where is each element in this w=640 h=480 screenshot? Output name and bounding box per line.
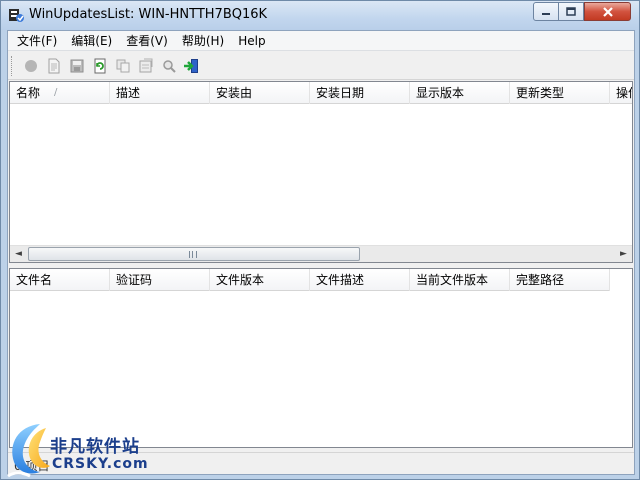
column-header-description[interactable]: 描述 xyxy=(110,82,210,104)
toolbar xyxy=(8,52,634,80)
scroll-thumb[interactable] xyxy=(28,247,360,261)
copy-button[interactable] xyxy=(112,55,134,77)
toolbar-grip[interactable] xyxy=(11,55,14,76)
client-area: 文件(F) 编辑(E) 查看(V) 帮助(H) Help 名称 / 描述 安装由… xyxy=(7,30,635,475)
save-icon xyxy=(70,59,84,72)
html-report-icon xyxy=(139,58,153,72)
maximize-icon xyxy=(566,7,576,16)
column-header-signature[interactable]: 验证码 xyxy=(110,269,210,291)
minimize-button[interactable] xyxy=(533,2,559,21)
column-header-file-description[interactable]: 文件描述 xyxy=(310,269,410,291)
close-button[interactable] xyxy=(584,2,631,21)
menu-help-cn[interactable]: 帮助(H) xyxy=(175,31,231,51)
horizontal-scrollbar[interactable]: ◄ ► xyxy=(10,245,632,262)
refresh-icon xyxy=(94,58,106,73)
menu-view[interactable]: 查看(V) xyxy=(119,31,175,51)
scroll-left-arrow[interactable]: ◄ xyxy=(10,246,27,262)
exit-button[interactable] xyxy=(181,55,203,77)
app-window: WinUpdatesList: WIN-HNTTH7BQ16K 文件(F) 编辑… xyxy=(0,0,640,480)
scroll-right-arrow[interactable]: ► xyxy=(615,246,632,262)
menu-file[interactable]: 文件(F) xyxy=(10,31,64,51)
find-icon xyxy=(163,59,176,73)
stop-button[interactable] xyxy=(20,55,42,77)
watermark-logo: 非凡软件站 CRSKY.com xyxy=(0,418,160,480)
maximize-button[interactable] xyxy=(558,2,584,21)
save-button[interactable] xyxy=(66,55,88,77)
window-title: WinUpdatesList: WIN-HNTTH7BQ16K xyxy=(29,7,268,22)
files-list-header: 文件名 验证码 文件版本 文件描述 当前文件版本 完整路径 xyxy=(10,269,610,291)
html-report-button[interactable] xyxy=(135,55,157,77)
watermark-name: 非凡软件站 xyxy=(50,437,140,457)
column-header-name[interactable]: 名称 / xyxy=(10,82,110,104)
column-header-install-date[interactable]: 安装日期 xyxy=(310,82,410,104)
updates-list[interactable]: 名称 / 描述 安装由 安装日期 显示版本 更新类型 操作 ◄ ► xyxy=(9,81,633,263)
find-button[interactable] xyxy=(158,55,180,77)
column-header-filename[interactable]: 文件名 xyxy=(10,269,110,291)
sort-indicator: / xyxy=(54,87,58,98)
column-header-full-path[interactable]: 完整路径 xyxy=(510,269,610,291)
copy-icon xyxy=(116,59,130,72)
column-header-installed-by[interactable]: 安装由 xyxy=(210,82,310,104)
scroll-thumb-grip xyxy=(189,251,197,258)
refresh-button[interactable] xyxy=(89,55,111,77)
column-header-display-version[interactable]: 显示版本 xyxy=(410,82,510,104)
app-icon xyxy=(9,9,24,22)
column-header-current-file-version[interactable]: 当前文件版本 xyxy=(410,269,510,291)
column-header-update-type[interactable]: 更新类型 xyxy=(510,82,610,104)
menu-bar: 文件(F) 编辑(E) 查看(V) 帮助(H) Help xyxy=(8,31,634,51)
properties-icon xyxy=(48,58,60,73)
minimize-icon xyxy=(542,12,550,15)
exit-icon xyxy=(184,58,198,73)
menu-edit[interactable]: 编辑(E) xyxy=(64,31,119,51)
updates-list-header: 名称 / 描述 安装由 安装日期 显示版本 更新类型 操作 xyxy=(10,82,632,104)
title-bar[interactable]: WinUpdatesList: WIN-HNTTH7BQ16K xyxy=(1,1,639,30)
menu-help[interactable]: Help xyxy=(231,31,272,51)
close-icon xyxy=(602,6,613,17)
stop-icon xyxy=(25,59,37,72)
watermark-url: CRSKY.com xyxy=(52,456,149,472)
column-header-file-version[interactable]: 文件版本 xyxy=(210,269,310,291)
column-header-label: 名称 xyxy=(16,86,41,100)
properties-button[interactable] xyxy=(43,55,65,77)
column-header-operation[interactable]: 操作 xyxy=(610,82,632,104)
